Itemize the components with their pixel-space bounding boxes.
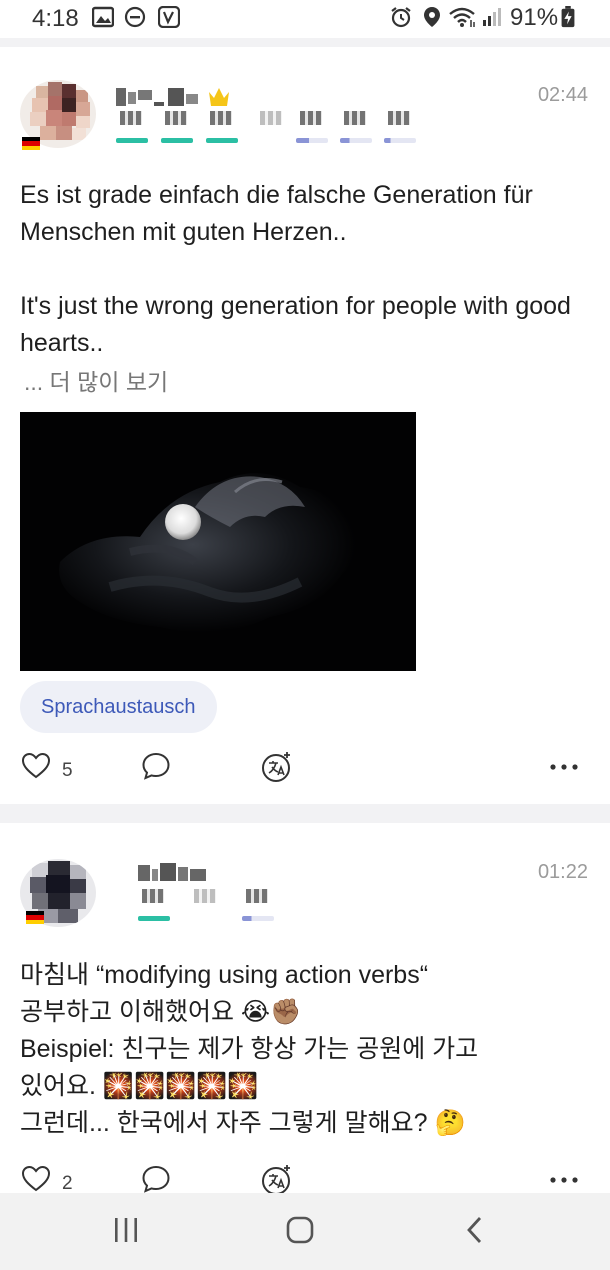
germany-flag-icon — [26, 911, 44, 924]
heart-icon[interactable] — [20, 750, 52, 782]
post-text[interactable]: Es ist grade einfach die falsche Generat… — [20, 177, 590, 362]
status-time: 4:18 — [32, 5, 79, 32]
post-actions: 5 — [0, 750, 610, 790]
username-pixelated — [116, 86, 206, 108]
language-levels — [138, 887, 298, 921]
vine-icon — [158, 6, 180, 28]
heart-icon[interactable] — [20, 1163, 52, 1193]
battery-percent: 91% — [510, 4, 559, 31]
system-nav-bar — [0, 1193, 610, 1270]
feed-divider — [0, 38, 610, 47]
post-time: 02:44 — [537, 84, 588, 106]
home-icon[interactable] — [285, 1215, 315, 1245]
comment-icon[interactable] — [140, 750, 172, 782]
translate-icon[interactable] — [260, 750, 294, 784]
post-card[interactable]: 01:22 마침내 “modifying using action verbs“… — [0, 823, 610, 1193]
back-icon[interactable] — [462, 1215, 488, 1245]
like-count: 2 — [62, 1173, 73, 1193]
like-count: 5 — [62, 760, 73, 781]
more-options-icon[interactable] — [548, 762, 580, 772]
post-actions: 2 — [0, 1163, 610, 1193]
germany-flag-icon — [22, 137, 40, 150]
wifi-icon — [449, 7, 475, 27]
crown-badge-icon — [209, 88, 229, 106]
recent-apps-icon[interactable] — [112, 1215, 140, 1245]
post-card[interactable]: 02:44 Es ist grade einfach die falsche G… — [0, 47, 610, 804]
post-image[interactable] — [20, 412, 416, 671]
alarm-icon — [391, 7, 411, 28]
language-levels — [116, 109, 416, 143]
signal-icon — [483, 8, 501, 26]
post-text[interactable]: 마침내 “modifying using action verbs“ 공부하고 … — [20, 957, 590, 1142]
comment-icon[interactable] — [140, 1163, 172, 1193]
do-not-disturb-icon — [124, 6, 146, 28]
status-bar: 4:18 91% — [0, 0, 610, 38]
location-icon — [424, 7, 440, 27]
feed-divider — [0, 804, 610, 823]
translate-icon[interactable] — [260, 1163, 294, 1193]
post-time: 01:22 — [537, 861, 588, 883]
battery-charging-icon — [561, 6, 575, 28]
see-more-link[interactable]: ... 더 많이 보기 — [24, 363, 168, 397]
more-options-icon[interactable] — [548, 1175, 580, 1185]
topic-tag[interactable]: Sprachaustausch — [20, 681, 217, 733]
username-pixelated — [138, 863, 210, 885]
image-icon — [92, 6, 114, 28]
